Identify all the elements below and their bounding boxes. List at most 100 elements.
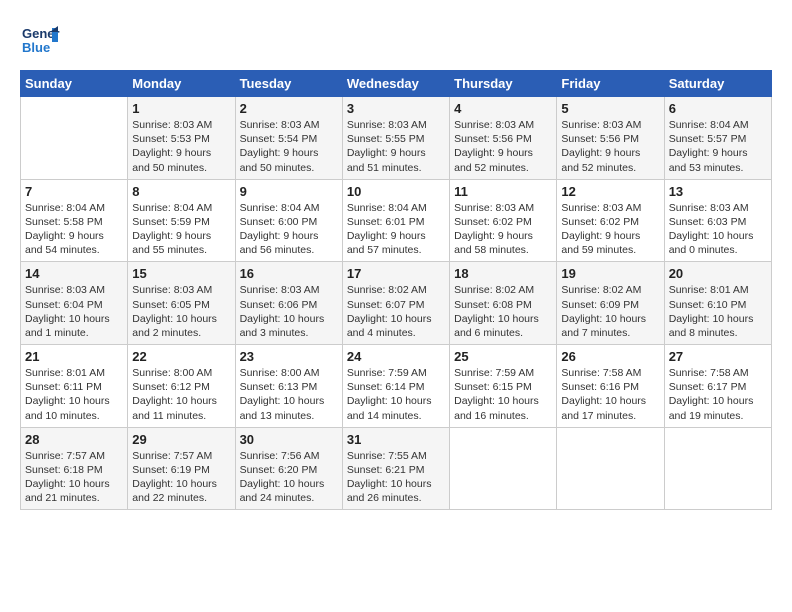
day-cell: 16 Sunrise: 8:03 AM Sunset: 6:06 PM Dayli… <box>235 262 342 345</box>
day-info: Sunrise: 7:57 AM Sunset: 6:18 PM Dayligh… <box>25 449 123 506</box>
day-number: 30 <box>240 432 338 447</box>
day-number: 2 <box>240 101 338 116</box>
day-number: 20 <box>669 266 767 281</box>
day-number: 24 <box>347 349 445 364</box>
day-info: Sunrise: 8:04 AM Sunset: 5:58 PM Dayligh… <box>25 201 123 258</box>
day-number: 12 <box>561 184 659 199</box>
day-number: 14 <box>25 266 123 281</box>
day-cell <box>557 427 664 510</box>
day-cell: 13 Sunrise: 8:03 AM Sunset: 6:03 PM Dayli… <box>664 179 771 262</box>
day-cell: 11Sunrise: 8:03 AM Sunset: 6:02 PM Dayli… <box>450 179 557 262</box>
day-number: 16 <box>240 266 338 281</box>
day-cell: 18Sunrise: 8:02 AM Sunset: 6:08 PM Dayli… <box>450 262 557 345</box>
day-number: 17 <box>347 266 445 281</box>
day-info: Sunrise: 8:03 AM Sunset: 6:04 PM Dayligh… <box>25 283 123 340</box>
day-info: Sunrise: 8:00 AM Sunset: 6:13 PM Dayligh… <box>240 366 338 423</box>
day-info: Sunrise: 7:58 AM Sunset: 6:16 PM Dayligh… <box>561 366 659 423</box>
day-cell: 26 Sunrise: 7:58 AM Sunset: 6:16 PM Dayli… <box>557 345 664 428</box>
day-info: Sunrise: 8:03 AM Sunset: 6:05 PM Dayligh… <box>132 283 230 340</box>
day-number: 23 <box>240 349 338 364</box>
day-info: Sunrise: 8:03 AM Sunset: 5:56 PM Dayligh… <box>454 118 552 175</box>
col-header-saturday: Saturday <box>664 71 771 97</box>
day-info: Sunrise: 8:03 AM Sunset: 6:03 PM Dayligh… <box>669 201 767 258</box>
col-header-thursday: Thursday <box>450 71 557 97</box>
day-cell: 17 Sunrise: 8:02 AM Sunset: 6:07 PM Dayli… <box>342 262 449 345</box>
day-cell: 20 Sunrise: 8:01 AM Sunset: 6:10 PM Dayli… <box>664 262 771 345</box>
day-number: 26 <box>561 349 659 364</box>
day-cell: 9 Sunrise: 8:04 AM Sunset: 6:00 PM Daylig… <box>235 179 342 262</box>
day-cell: 31 Sunrise: 7:55 AM Sunset: 6:21 PM Dayli… <box>342 427 449 510</box>
day-number: 8 <box>132 184 230 199</box>
day-info: Sunrise: 7:55 AM Sunset: 6:21 PM Dayligh… <box>347 449 445 506</box>
day-info: Sunrise: 8:03 AM Sunset: 5:55 PM Dayligh… <box>347 118 445 175</box>
day-info: Sunrise: 7:58 AM Sunset: 6:17 PM Dayligh… <box>669 366 767 423</box>
day-number: 3 <box>347 101 445 116</box>
day-cell: 1Sunrise: 8:03 AM Sunset: 5:53 PM Daylig… <box>128 97 235 180</box>
col-header-friday: Friday <box>557 71 664 97</box>
calendar-body: 1Sunrise: 8:03 AM Sunset: 5:53 PM Daylig… <box>21 97 772 510</box>
day-cell: 19 Sunrise: 8:02 AM Sunset: 6:09 PM Dayli… <box>557 262 664 345</box>
day-number: 15 <box>132 266 230 281</box>
day-number: 29 <box>132 432 230 447</box>
col-header-monday: Monday <box>128 71 235 97</box>
day-cell: 5Sunrise: 8:03 AM Sunset: 5:56 PM Daylig… <box>557 97 664 180</box>
day-cell: 12 Sunrise: 8:03 AM Sunset: 6:02 PM Dayli… <box>557 179 664 262</box>
day-info: Sunrise: 8:03 AM Sunset: 6:02 PM Dayligh… <box>454 201 552 258</box>
day-cell: 10 Sunrise: 8:04 AM Sunset: 6:01 PM Dayli… <box>342 179 449 262</box>
column-header-row: SundayMondayTuesdayWednesdayThursdayFrid… <box>21 71 772 97</box>
day-info: Sunrise: 8:02 AM Sunset: 6:07 PM Dayligh… <box>347 283 445 340</box>
day-number: 25 <box>454 349 552 364</box>
day-number: 10 <box>347 184 445 199</box>
week-row-3: 14 Sunrise: 8:03 AM Sunset: 6:04 PM Dayli… <box>21 262 772 345</box>
day-cell <box>450 427 557 510</box>
day-info: Sunrise: 8:02 AM Sunset: 6:09 PM Dayligh… <box>561 283 659 340</box>
day-cell: 28 Sunrise: 7:57 AM Sunset: 6:18 PM Dayli… <box>21 427 128 510</box>
svg-text:Blue: Blue <box>22 40 50 55</box>
week-row-1: 1Sunrise: 8:03 AM Sunset: 5:53 PM Daylig… <box>21 97 772 180</box>
day-number: 27 <box>669 349 767 364</box>
day-number: 31 <box>347 432 445 447</box>
day-info: Sunrise: 7:57 AM Sunset: 6:19 PM Dayligh… <box>132 449 230 506</box>
day-number: 21 <box>25 349 123 364</box>
day-info: Sunrise: 8:00 AM Sunset: 6:12 PM Dayligh… <box>132 366 230 423</box>
day-cell: 4 Sunrise: 8:03 AM Sunset: 5:56 PM Daylig… <box>450 97 557 180</box>
logo-icon: General Blue <box>20 20 60 60</box>
day-info: Sunrise: 8:03 AM Sunset: 6:02 PM Dayligh… <box>561 201 659 258</box>
day-cell: 7 Sunrise: 8:04 AM Sunset: 5:58 PM Daylig… <box>21 179 128 262</box>
day-number: 28 <box>25 432 123 447</box>
day-cell: 22Sunrise: 8:00 AM Sunset: 6:12 PM Dayli… <box>128 345 235 428</box>
day-cell: 27 Sunrise: 7:58 AM Sunset: 6:17 PM Dayli… <box>664 345 771 428</box>
week-row-2: 7 Sunrise: 8:04 AM Sunset: 5:58 PM Daylig… <box>21 179 772 262</box>
day-info: Sunrise: 7:59 AM Sunset: 6:15 PM Dayligh… <box>454 366 552 423</box>
day-info: Sunrise: 8:01 AM Sunset: 6:11 PM Dayligh… <box>25 366 123 423</box>
day-cell: 23 Sunrise: 8:00 AM Sunset: 6:13 PM Dayli… <box>235 345 342 428</box>
day-number: 18 <box>454 266 552 281</box>
day-info: Sunrise: 8:03 AM Sunset: 5:54 PM Dayligh… <box>240 118 338 175</box>
col-header-tuesday: Tuesday <box>235 71 342 97</box>
day-cell: 2 Sunrise: 8:03 AM Sunset: 5:54 PM Daylig… <box>235 97 342 180</box>
day-info: Sunrise: 7:59 AM Sunset: 6:14 PM Dayligh… <box>347 366 445 423</box>
calendar-table: SundayMondayTuesdayWednesdayThursdayFrid… <box>20 70 772 510</box>
day-info: Sunrise: 8:04 AM Sunset: 6:00 PM Dayligh… <box>240 201 338 258</box>
day-cell: 14 Sunrise: 8:03 AM Sunset: 6:04 PM Dayli… <box>21 262 128 345</box>
day-number: 9 <box>240 184 338 199</box>
week-row-4: 21 Sunrise: 8:01 AM Sunset: 6:11 PM Dayli… <box>21 345 772 428</box>
day-number: 19 <box>561 266 659 281</box>
day-info: Sunrise: 8:03 AM Sunset: 5:53 PM Dayligh… <box>132 118 230 175</box>
day-cell <box>664 427 771 510</box>
day-info: Sunrise: 7:56 AM Sunset: 6:20 PM Dayligh… <box>240 449 338 506</box>
page-header: General Blue <box>20 20 772 60</box>
day-cell: 6Sunrise: 8:04 AM Sunset: 5:57 PM Daylig… <box>664 97 771 180</box>
day-cell: 3 Sunrise: 8:03 AM Sunset: 5:55 PM Daylig… <box>342 97 449 180</box>
day-number: 7 <box>25 184 123 199</box>
day-number: 4 <box>454 101 552 116</box>
day-cell: 21 Sunrise: 8:01 AM Sunset: 6:11 PM Dayli… <box>21 345 128 428</box>
day-cell: 8 Sunrise: 8:04 AM Sunset: 5:59 PM Daylig… <box>128 179 235 262</box>
day-info: Sunrise: 8:04 AM Sunset: 6:01 PM Dayligh… <box>347 201 445 258</box>
day-info: Sunrise: 8:03 AM Sunset: 6:06 PM Dayligh… <box>240 283 338 340</box>
day-number: 13 <box>669 184 767 199</box>
day-info: Sunrise: 8:01 AM Sunset: 6:10 PM Dayligh… <box>669 283 767 340</box>
day-info: Sunrise: 8:04 AM Sunset: 5:59 PM Dayligh… <box>132 201 230 258</box>
day-cell <box>21 97 128 180</box>
logo: General Blue <box>20 20 64 60</box>
